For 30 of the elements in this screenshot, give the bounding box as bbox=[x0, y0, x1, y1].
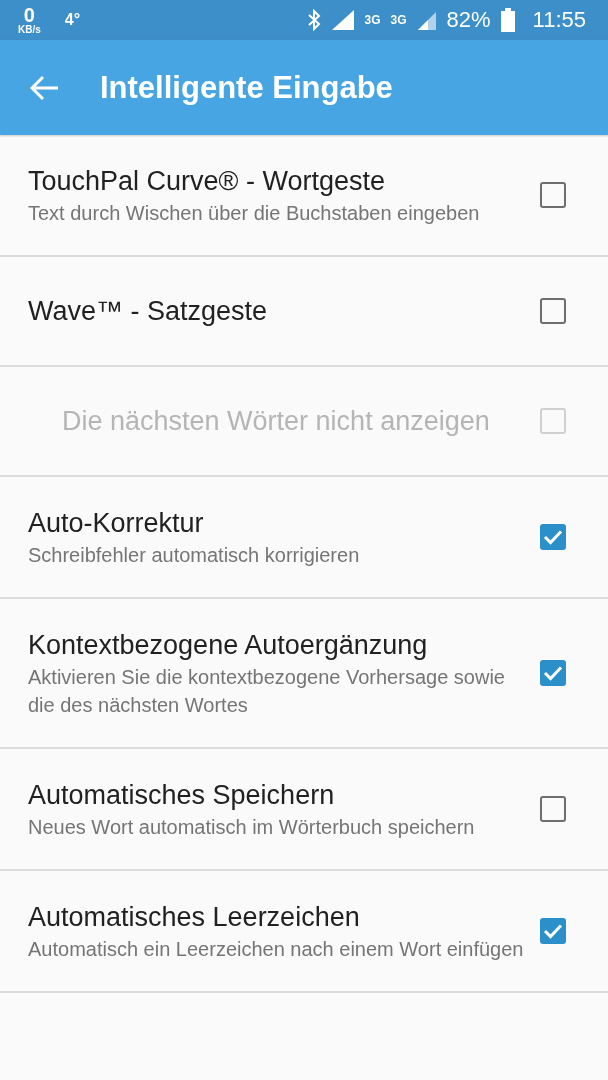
network-type: 3G bbox=[364, 13, 381, 27]
setting-title: Automatisches Speichern bbox=[28, 779, 336, 812]
network-type: 3G bbox=[390, 13, 407, 27]
checkbox[interactable] bbox=[540, 524, 566, 550]
signal-icon bbox=[330, 9, 355, 31]
temperature: 4° bbox=[64, 11, 81, 29]
setting-description: Schreibfehler automatisch korrigieren bbox=[28, 543, 361, 568]
setting-title: Kontextbezogene Autoergänzung bbox=[28, 629, 429, 662]
setting-description: Text durch Wischen über die Buchstaben eingeben bbox=[28, 201, 481, 226]
speed-unit: KB/s bbox=[18, 25, 41, 35]
setting-title: TouchPal Curve® - Wortgeste bbox=[28, 165, 387, 198]
setting-title: Automatisches Leerzeichen bbox=[28, 901, 361, 934]
setting-title: Wave™ - Satzgeste bbox=[28, 295, 269, 328]
battery-icon bbox=[500, 8, 515, 32]
setting-description: Aktivieren Sie die kontextbezogene Vorhersage sowie die des nächsten Wortes bbox=[28, 665, 506, 718]
network-speed: 0 bbox=[23, 5, 35, 25]
back-button[interactable] bbox=[30, 74, 60, 101]
clock: 11:55 bbox=[532, 7, 586, 33]
checkbox[interactable] bbox=[540, 182, 566, 208]
checkbox[interactable] bbox=[540, 918, 566, 944]
page-title: Intelligente Eingabe bbox=[100, 69, 393, 106]
bluetooth-icon bbox=[306, 9, 321, 31]
checkbox[interactable] bbox=[540, 796, 566, 822]
setting-title: Auto-Korrektur bbox=[28, 507, 205, 540]
setting-description: Neues Wort automatisch im Wörterbuch speichern bbox=[28, 815, 476, 840]
setting-title: Die nächsten Wörter nicht anzeigen bbox=[62, 405, 491, 438]
battery-percent: 82% bbox=[446, 7, 491, 33]
checkbox[interactable] bbox=[540, 298, 566, 324]
checkbox[interactable] bbox=[540, 660, 566, 686]
setting-description: Automatisch ein Leerzeichen nach einem Wort einfügen bbox=[28, 937, 525, 962]
